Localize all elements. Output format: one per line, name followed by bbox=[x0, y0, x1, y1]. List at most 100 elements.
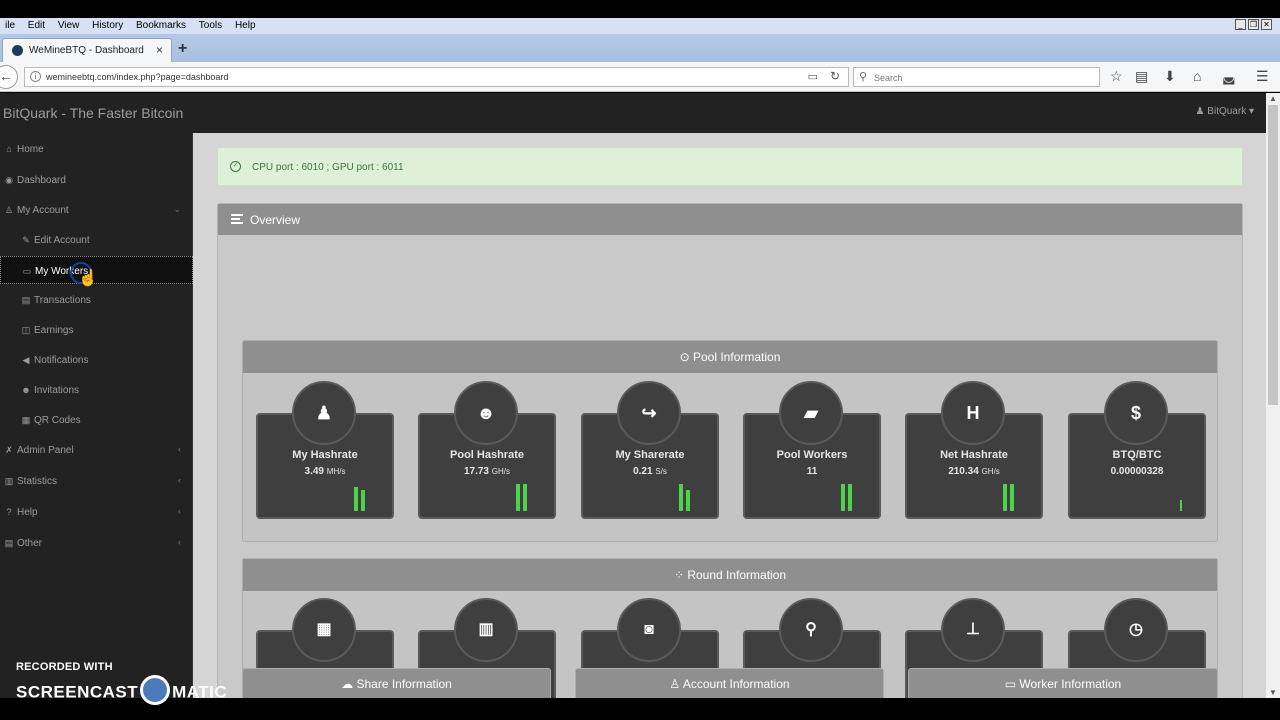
tile-value: 0.21 S/s bbox=[583, 466, 717, 477]
tile-value: 210.34 GH/s bbox=[907, 466, 1041, 477]
tile-sparkline bbox=[1180, 483, 1182, 511]
tile-icon-circle: ◙ bbox=[617, 598, 681, 662]
tile-value: 0.00000328 bbox=[1070, 466, 1204, 477]
chevron-left-icon: ‹ bbox=[178, 475, 181, 485]
sidebar-item-statistics[interactable]: ▥ Statistics ‹ bbox=[0, 467, 193, 495]
money-icon: ◫ bbox=[21, 325, 31, 335]
tile-icon-circle: ▰ bbox=[779, 381, 843, 445]
dollar-icon: $ bbox=[1130, 403, 1141, 423]
browser-tab[interactable]: WeMineBTQ - Dashboard × bbox=[2, 38, 172, 62]
menu-icon[interactable]: ☰ bbox=[1256, 68, 1269, 85]
watermark-matic: MATIC bbox=[172, 682, 228, 702]
menu-file[interactable]: ile bbox=[0, 18, 20, 31]
tile-sparkline bbox=[516, 483, 527, 511]
tile-name: BTQ/BTC bbox=[1112, 449, 1162, 461]
sidebar-item-label: QR Codes bbox=[34, 415, 81, 426]
sidebar-item-qr-codes[interactable]: ▦ QR Codes bbox=[0, 406, 193, 434]
tile-value-number: 0.21 bbox=[633, 466, 653, 477]
tile-name: Pool Workers bbox=[776, 449, 848, 461]
tile-icon-circle: $ bbox=[1104, 381, 1168, 445]
user-icon: ♟ bbox=[1195, 106, 1208, 117]
sidebar-item-label: Transactions bbox=[34, 295, 91, 306]
wrench-icon: ✗ bbox=[5, 445, 13, 455]
check-circle-icon: ✓ bbox=[230, 161, 241, 172]
sidebar-item-my-account[interactable]: ♙ My Account ⌄ bbox=[0, 196, 193, 224]
reading-list-icon[interactable]: ▤ bbox=[1135, 68, 1148, 85]
sidebar-item-help[interactable]: ? Help ‹ bbox=[0, 498, 193, 526]
scroll-up-icon[interactable]: ▲ bbox=[1269, 94, 1277, 103]
back-icon[interactable]: ← bbox=[0, 65, 18, 89]
restore-icon[interactable]: ❐ bbox=[1248, 19, 1259, 30]
reload-icon[interactable]: ↻ bbox=[830, 69, 840, 83]
round-information-title: Round Information bbox=[687, 568, 787, 582]
search-icon: ⚲ bbox=[859, 71, 868, 83]
tile-value-number: 0.00000328 bbox=[1110, 466, 1164, 477]
sidebar-item-admin-panel[interactable]: ✗ Admin Panel ‹ bbox=[0, 436, 193, 464]
window-controls: _ ❐ ✕ bbox=[1235, 19, 1272, 30]
menu-bookmarks[interactable]: Bookmarks bbox=[131, 18, 191, 31]
tile-icon-circle: ▦ bbox=[292, 598, 356, 662]
qrcode-icon: ▦ bbox=[21, 415, 31, 425]
sidebar-item-home[interactable]: ⌂ Home bbox=[0, 135, 193, 163]
tab-close-icon[interactable]: × bbox=[156, 43, 163, 57]
reader-view-icon[interactable]: ▭ bbox=[808, 70, 818, 83]
star-icon[interactable]: ☆ bbox=[1110, 68, 1123, 85]
tile-value-number: 17.73 bbox=[463, 466, 489, 477]
search-input[interactable]: ⚲ Search bbox=[853, 67, 1100, 87]
tile-sparkline bbox=[354, 483, 365, 511]
user-menu[interactable]: ♟ BitQuark ▾ bbox=[1196, 106, 1254, 117]
sparkline-bar bbox=[1010, 484, 1014, 511]
chevron-left-icon: ‹ bbox=[178, 537, 181, 547]
url-bar[interactable]: i wemineebtq.com/index.php?page=dashboar… bbox=[24, 67, 849, 87]
overview-panel: Overview ⊙ Pool Information ♟ My Hashrate… bbox=[217, 203, 1243, 698]
close-icon[interactable]: ✕ bbox=[1261, 19, 1272, 30]
dot-circle-icon: ⊙ bbox=[679, 350, 693, 364]
url-text: wemineebtq.com/index.php?page=dashboard bbox=[46, 72, 229, 82]
tile-icon-circle: ▥ bbox=[454, 598, 518, 662]
menu-edit[interactable]: Edit bbox=[23, 18, 50, 31]
menu-tools[interactable]: Tools bbox=[194, 18, 227, 31]
tile-icon-circle: ⚲ bbox=[779, 598, 843, 662]
sidebar-item-dashboard[interactable]: ◉ Dashboard bbox=[0, 166, 193, 194]
sidebar-item-notifications[interactable]: ◀ Notifications bbox=[0, 346, 193, 374]
minimize-icon[interactable]: _ bbox=[1235, 19, 1246, 30]
site-brand[interactable]: BitQuark - The Faster Bitcoin bbox=[3, 105, 183, 121]
tab-title: WeMineBTQ - Dashboard bbox=[29, 45, 144, 56]
tile-name: Pool Hashrate bbox=[450, 449, 524, 461]
pool-information-header: ⊙ Pool Information bbox=[243, 341, 1217, 373]
page-scrollbar[interactable]: ▲ ▼ bbox=[1266, 93, 1280, 698]
download-icon[interactable]: ⬇ bbox=[1164, 68, 1176, 85]
new-tab-icon[interactable]: + bbox=[178, 40, 187, 58]
users-icon: ☻ bbox=[476, 403, 496, 423]
pocket-icon[interactable]: ◛ bbox=[1222, 68, 1236, 85]
desktop-icon: ▭ bbox=[1004, 677, 1020, 691]
sparkline-bar bbox=[523, 484, 527, 511]
sidebar-item-earnings[interactable]: ◫ Earnings bbox=[0, 316, 193, 344]
sidebar-item-edit-account[interactable]: ✎ Edit Account bbox=[0, 226, 193, 254]
sidebar-item-label: Edit Account bbox=[34, 235, 90, 246]
scroll-down-icon[interactable]: ▼ bbox=[1269, 688, 1277, 697]
site-info-icon[interactable]: i bbox=[30, 71, 41, 82]
home-icon[interactable]: ⌂ bbox=[1193, 68, 1201, 84]
sidebar-item-other[interactable]: ▤ Other ‹ bbox=[0, 529, 193, 557]
menu-view[interactable]: View bbox=[53, 18, 85, 31]
sidebar-item-label: Invitations bbox=[34, 385, 80, 396]
bullhorn-icon: ◀ bbox=[22, 355, 30, 365]
port-alert: ✓ CPU port : 6010 ; GPU port : 6011 bbox=[217, 147, 1243, 186]
menu-history[interactable]: History bbox=[87, 18, 128, 31]
alert-text: CPU port : 6010 ; GPU port : 6011 bbox=[252, 162, 404, 173]
sidebar-item-transactions[interactable]: ▤ Transactions bbox=[0, 286, 193, 314]
round-information-header: ⁘ Round Information bbox=[243, 559, 1217, 591]
sidebar-item-invitations[interactable]: ☻ Invitations bbox=[0, 376, 193, 404]
sidebar: ⌂ Home ◉ Dashboard ♙ My Account ⌄ ✎ Edit Account… bbox=[0, 133, 193, 698]
scrollbar-thumb[interactable] bbox=[1268, 105, 1278, 405]
menu-help[interactable]: Help bbox=[230, 18, 261, 31]
money-icon: ◙ bbox=[644, 621, 654, 638]
tile-icon-circle: H bbox=[941, 381, 1005, 445]
chevron-left-icon: ‹ bbox=[178, 444, 181, 454]
menu-bar: ile Edit View History Bookmarks Tools He… bbox=[0, 18, 1280, 34]
clock-icon: ◷ bbox=[1129, 621, 1143, 638]
pool-tile-pool-hashrate: ☻ Pool Hashrate 17.73 GH/s bbox=[418, 381, 556, 519]
watermark-recorded-with: RECORDED WITH bbox=[16, 661, 113, 673]
chevron-down-icon: ⌄ bbox=[173, 204, 181, 214]
